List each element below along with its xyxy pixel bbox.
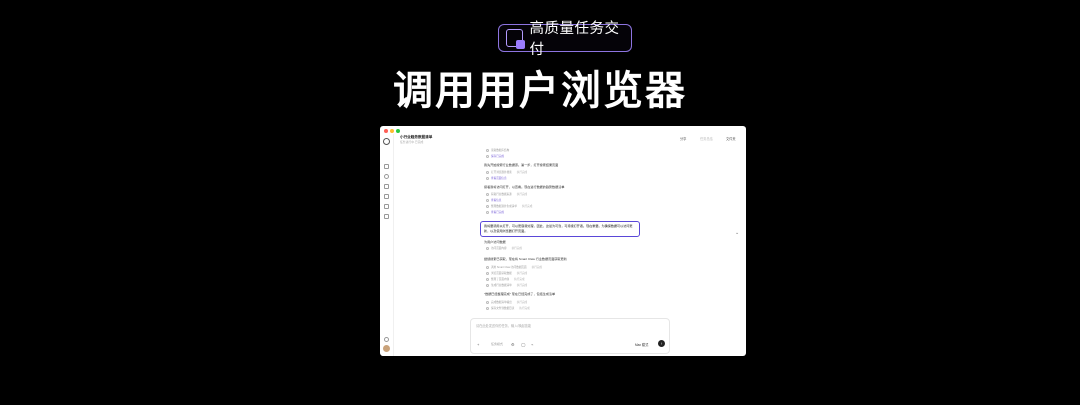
model-selector[interactable]: Max 模式: [635, 342, 648, 347]
step-status-icon: [486, 176, 489, 180]
task-mode-toggle[interactable]: 任务模式: [491, 342, 503, 346]
assistant-message: 我先开始搜索行业数据源。第一步，打开搜索结果页面: [484, 163, 559, 167]
list-item[interactable]: 查看已完成: [486, 210, 504, 214]
history-icon[interactable]: [384, 214, 389, 219]
plus-icon[interactable]: [384, 151, 389, 156]
assistant-message: 接着我将访问打开，以查看。现在进行数据的趋势数据清单: [484, 185, 565, 189]
list-item[interactable]: 查看信息: [486, 198, 501, 202]
list-item: 调用 Smart Claw 访问数据页面 执行完成: [486, 265, 542, 269]
step-status-icon: [486, 306, 489, 310]
step-status-icon: [486, 192, 489, 196]
list-item: 整理了页面内容 执行完成: [486, 277, 525, 281]
input-placeholder: 请在此处发送你的任务，输入/唤起技能: [476, 324, 532, 328]
feature-badge: 高质量任务交付: [498, 21, 632, 58]
sidebar: [380, 134, 394, 356]
search-icon[interactable]: [384, 174, 389, 179]
badge-label: 高质量任务交付: [529, 21, 620, 58]
list-item[interactable]: 查看页面信息: [486, 176, 507, 180]
step-status-icon: [486, 265, 489, 269]
share-button[interactable]: 分享: [680, 136, 686, 141]
step-status-icon: [486, 204, 489, 208]
close-dot-icon[interactable]: [384, 129, 388, 133]
attach-icon[interactable]: +: [477, 342, 479, 347]
chevron-down-icon[interactable]: ⌄: [735, 230, 739, 236]
top-bar: 小行业趋势数据清单 任务进行中·已完成 分享 任务总结 文件夹: [398, 135, 746, 147]
message-input[interactable]: 请在此处发送你的任务，输入/唤起技能 + 任务模式 ⚙ ◯ ⌁ Max 模式 ↑: [470, 318, 670, 354]
task-delivery-icon: [506, 29, 527, 49]
list-item: 完成数据清单输出 执行完成: [486, 300, 527, 304]
minimize-dot-icon[interactable]: [390, 129, 394, 133]
list-item: 整理数据源并生成清单 执行完成: [486, 204, 532, 208]
list-item: 访问页面内容 执行完成: [486, 246, 522, 250]
help-icon[interactable]: [384, 328, 389, 333]
edit-icon[interactable]: [384, 164, 389, 169]
list-item: 保存文件到数据目录 执行完成: [486, 306, 530, 310]
list-item: 获取行业数据来源 执行完成: [486, 192, 527, 196]
step-status-icon: [486, 277, 489, 281]
step-status-icon: [486, 210, 489, 214]
step-status-icon: [486, 154, 489, 158]
assistant-message: 为用户访问数据: [484, 240, 506, 244]
step-status-icon: [486, 148, 489, 152]
maximize-dot-icon[interactable]: [396, 129, 400, 133]
window-controls: [384, 129, 400, 133]
step-status-icon: [486, 300, 489, 304]
list-item: 浏览页面获取数据 执行完成: [486, 271, 527, 275]
step-status-icon: [486, 283, 489, 287]
tasks-button[interactable]: 任务总结: [700, 136, 713, 141]
doc-subtitle: 任务进行中·已完成: [400, 140, 424, 144]
list-item: 打开浏览器并搜索 执行完成: [486, 170, 527, 174]
step-status-icon: [486, 271, 489, 275]
send-button[interactable]: ↑: [658, 340, 665, 347]
tools-icon[interactable]: ⚙: [511, 342, 515, 347]
gear-icon[interactable]: [384, 337, 389, 342]
list-item: 生成行业数据清单 执行完成: [486, 283, 527, 287]
logo-icon: [383, 138, 390, 145]
highlighted-message: 我将要调用以打开，可以更容易处理，因此，这最为可靠，可持续打开者。现在重要。为确…: [480, 221, 640, 237]
headline: 调用用户浏览器: [393, 68, 687, 114]
files-button[interactable]: 文件夹: [726, 136, 736, 141]
avatar[interactable]: [383, 345, 390, 352]
folder-icon[interactable]: [384, 204, 389, 209]
step-status-icon: [486, 246, 489, 250]
list-item[interactable]: 保存已完成: [486, 154, 504, 158]
assistant-message: "数据已经整理完成" 现在已经完成了，包括生成清单: [484, 292, 556, 296]
settings-icon[interactable]: [384, 194, 389, 199]
mic-icon[interactable]: ◯: [521, 342, 525, 347]
step-status-icon: [486, 198, 489, 202]
step-status-icon: [486, 170, 489, 174]
assistant-message: 继续搜索已获取，现在将 Smart Claw 行业数据页面获取更新: [484, 257, 567, 261]
link-icon[interactable]: ⌁: [531, 342, 533, 347]
clock-icon[interactable]: [384, 184, 389, 189]
list-item: 读取数据库结构: [486, 148, 509, 152]
